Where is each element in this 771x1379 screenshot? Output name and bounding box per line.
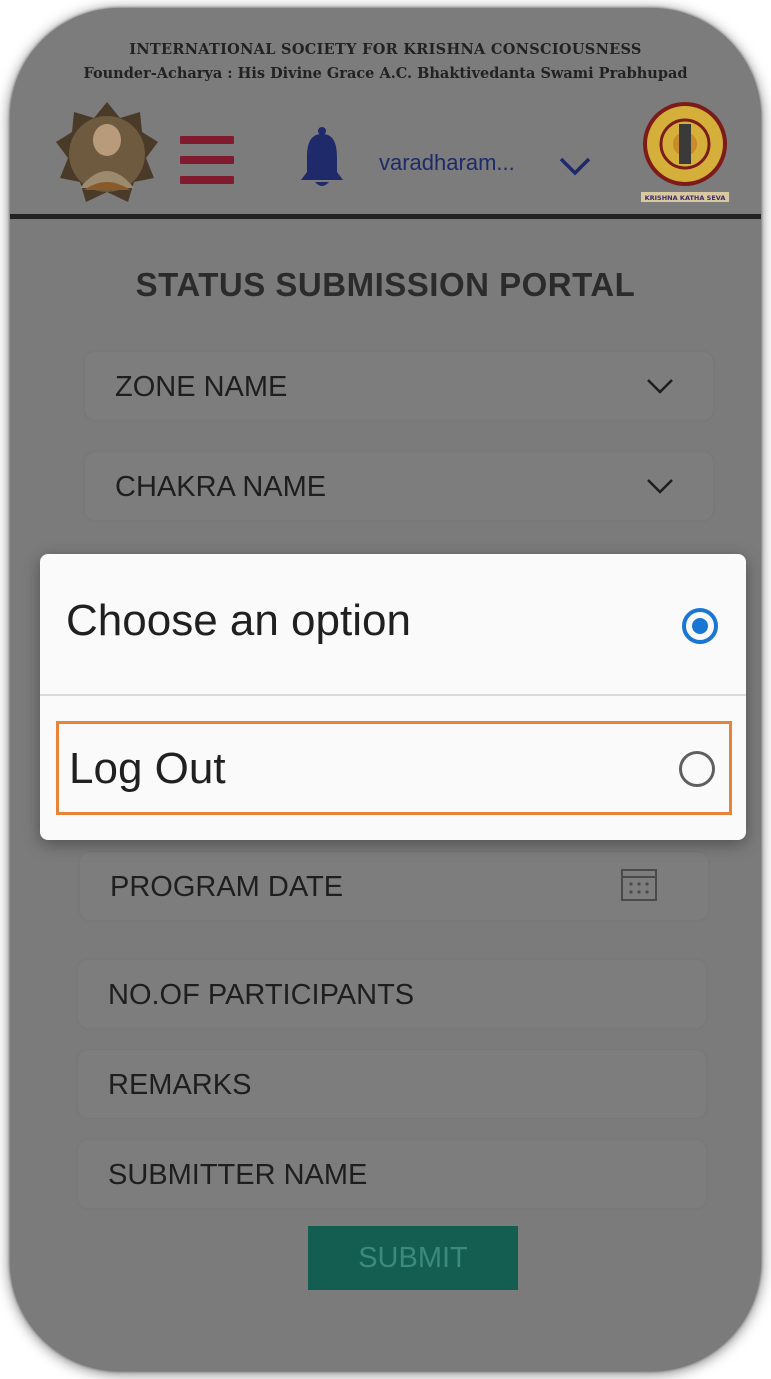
page-title: STATUS SUBMISSION PORTAL — [135, 266, 636, 303]
submit-button[interactable]: SUBMIT — [308, 1226, 518, 1290]
calendar-icon[interactable] — [620, 866, 658, 904]
remarks-label: REMARKS — [108, 1069, 252, 1101]
bell-icon[interactable] — [298, 126, 346, 190]
zone-name-select[interactable]: ZONE NAME — [85, 352, 713, 420]
program-date-label: PROGRAM DATE — [110, 871, 344, 903]
radio-unchecked-icon[interactable] — [679, 751, 715, 787]
org-founder: Founder-Acharya : His Divine Grace A.C. … — [83, 65, 688, 82]
chevron-down-icon — [647, 379, 673, 394]
chakra-name-label: CHAKRA NAME — [115, 471, 327, 503]
logo-emblem: KRISHNA KATHA SEVA — [641, 102, 729, 202]
logout-option-label: Log Out — [69, 744, 226, 793]
username-label[interactable]: varadharam... — [379, 150, 515, 176]
app-header: INTERNATIONAL SOCIETY FOR KRISHNA CONSCI… — [10, 8, 761, 219]
chevron-down-icon[interactable] — [557, 154, 593, 178]
remarks-field[interactable]: REMARKS — [78, 1050, 706, 1118]
submitter-name-label: SUBMITTER NAME — [108, 1159, 368, 1191]
radio-checked-icon[interactable] — [682, 608, 718, 644]
submitter-name-field[interactable]: SUBMITTER NAME — [78, 1140, 706, 1208]
phone-frame: INTERNATIONAL SOCIETY FOR KRISHNA CONSCI… — [10, 8, 761, 1371]
menu-icon[interactable] — [180, 136, 236, 192]
chevron-down-icon — [647, 479, 673, 494]
program-date-field[interactable]: PROGRAM DATE — [80, 852, 708, 920]
logo-caption: KRISHNA KATHA SEVA — [645, 194, 726, 202]
dialog-title: Choose an option — [66, 596, 411, 645]
divider — [40, 694, 746, 696]
participants-label: NO.OF PARTICIPANTS — [108, 979, 415, 1011]
zone-name-label: ZONE NAME — [115, 371, 288, 403]
participants-field[interactable]: NO.OF PARTICIPANTS — [78, 960, 706, 1028]
chakra-name-select[interactable]: CHAKRA NAME — [85, 452, 713, 520]
portrait-avatar — [56, 102, 158, 202]
org-name: INTERNATIONAL SOCIETY FOR KRISHNA CONSCI… — [129, 41, 642, 58]
logout-option[interactable]: Log Out — [56, 721, 732, 815]
option-dialog: Choose an option Log Out — [40, 554, 746, 840]
